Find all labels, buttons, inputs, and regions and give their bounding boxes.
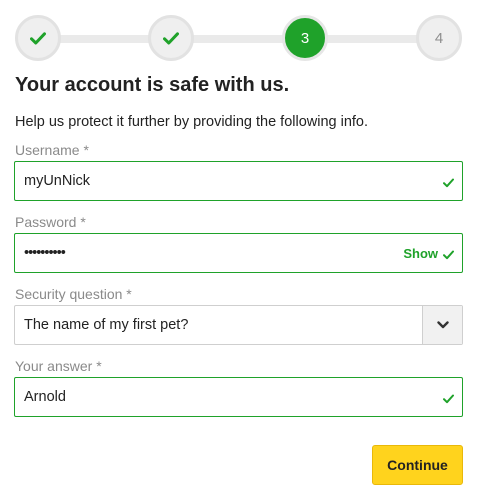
password-label: Password * bbox=[15, 214, 86, 230]
step-3-current: 3 bbox=[282, 15, 328, 61]
password-value: •••••••••• bbox=[24, 245, 66, 261]
page-title: Your account is safe with us. bbox=[15, 74, 290, 96]
step-number: 3 bbox=[300, 29, 310, 47]
valid-checkmark-icon bbox=[443, 391, 454, 409]
answer-field[interactable]: Arnold bbox=[14, 377, 463, 417]
valid-checkmark-icon bbox=[443, 175, 454, 193]
show-password-button[interactable]: Show bbox=[403, 246, 438, 261]
checkmark-icon bbox=[30, 31, 46, 45]
step-2-completed bbox=[148, 15, 194, 61]
answer-value: Arnold bbox=[24, 389, 66, 405]
checkmark-icon bbox=[163, 31, 179, 45]
step-4-upcoming: 4 bbox=[416, 15, 462, 61]
security-question-value: The name of my first pet? bbox=[24, 317, 189, 333]
step-1-completed bbox=[15, 15, 61, 61]
step-number: 4 bbox=[434, 29, 444, 47]
username-value: myUnNick bbox=[24, 173, 91, 189]
progress-stepper: 3 4 bbox=[0, 0, 478, 70]
continue-button[interactable]: Continue bbox=[372, 445, 463, 485]
password-field[interactable]: •••••••••• Show bbox=[14, 233, 463, 273]
stepper-track bbox=[38, 35, 440, 43]
intro-text: Help us protect it further by providing … bbox=[15, 114, 369, 130]
security-question-select[interactable]: The name of my first pet? bbox=[14, 305, 463, 345]
username-field[interactable]: myUnNick bbox=[14, 161, 463, 201]
chevron-down-icon bbox=[436, 316, 449, 334]
dropdown-toggle-button[interactable] bbox=[422, 306, 462, 344]
security-question-label: Security question * bbox=[15, 286, 132, 302]
answer-label: Your answer * bbox=[15, 358, 102, 374]
valid-checkmark-icon bbox=[443, 247, 454, 265]
username-label: Username * bbox=[15, 142, 89, 158]
